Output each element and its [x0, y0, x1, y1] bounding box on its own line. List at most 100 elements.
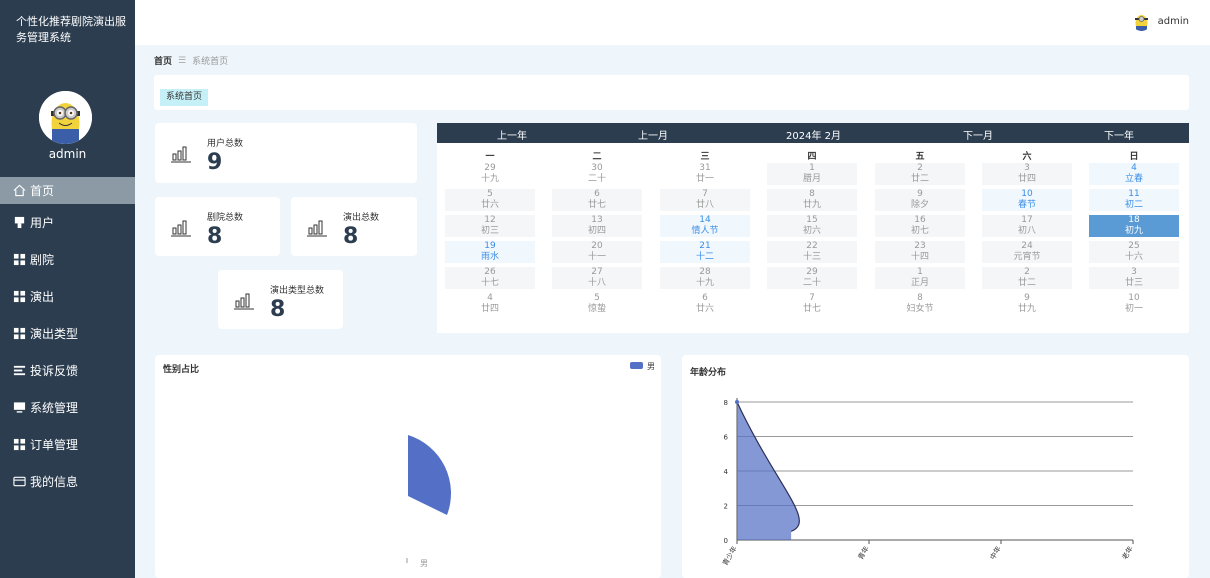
breadcrumb-home[interactable]: 首页 — [154, 54, 172, 67]
sidebar-item-label: 订单管理 — [30, 438, 79, 452]
calendar-day[interactable]: 3 廿三 — [1089, 267, 1179, 289]
calendar-day[interactable]: 22 十三 — [767, 241, 857, 263]
next-month-button[interactable]: 下一月 — [963, 127, 993, 142]
sidebar-item-theater[interactable]: 剧院 — [0, 241, 135, 278]
calendar-day[interactable]: 6 廿六 — [660, 293, 750, 315]
calendar-day-lunar: 十二 — [695, 252, 714, 262]
calendar-day-lunar: 初九 — [1124, 226, 1143, 236]
sidebar-item-home[interactable]: 首页 — [0, 177, 135, 204]
data-point[interactable] — [735, 400, 739, 404]
grid-icon — [12, 290, 26, 304]
sidebar-item-my-info[interactable]: 我的信息 — [0, 463, 135, 500]
calendar-day[interactable]: 16 初七 — [875, 215, 965, 237]
bar-chart-icon — [171, 146, 191, 163]
sidebar-item-label: 我的信息 — [30, 475, 79, 489]
calendar-day[interactable]: 26 十七 — [445, 267, 535, 289]
stat-label: 演出总数 — [343, 213, 380, 223]
sidebar-menu: 首页 用户 剧院 演出 演出类型 投诉反馈 系统管理 订单管理 我的信息 — [0, 177, 135, 500]
calendar-day[interactable]: 5 惊蛰 — [552, 293, 642, 315]
sidebar-item-show-type[interactable]: 演出类型 — [0, 315, 135, 352]
calendar-day[interactable]: 6 廿七 — [552, 189, 642, 211]
calendar-day[interactable]: 21 十二 — [660, 241, 750, 263]
avatar[interactable] — [39, 91, 92, 144]
calendar-day-number: 6 — [702, 293, 708, 303]
calendar-day[interactable]: 13 初四 — [552, 215, 642, 237]
calendar-day-number: 13 — [591, 215, 603, 225]
calendar-day[interactable]: 4 立春 — [1089, 163, 1179, 185]
calendar-day[interactable]: 29 二十 — [767, 267, 857, 289]
calendar-day-number: 9 — [1024, 293, 1030, 303]
calendar-day[interactable]: 8 廿九 — [767, 189, 857, 211]
breadcrumb: 首页 ☰ 系统首页 — [154, 54, 228, 68]
sidebar-item-orders[interactable]: 订单管理 — [0, 426, 135, 463]
calendar-day[interactable]: 10 春节 — [982, 189, 1072, 211]
x-tick-label: 青少年 — [720, 545, 738, 568]
calendar-day[interactable]: 7 廿七 — [767, 293, 857, 315]
sidebar-item-system[interactable]: 系统管理 — [0, 389, 135, 426]
gender-chart-panel: 性别占比 男 男 — [155, 355, 661, 578]
calendar-day[interactable]: 30 二十 — [552, 163, 642, 185]
calendar-current-month: 2024年 2月 — [786, 131, 841, 142]
calendar-day[interactable]: 1 正月 — [875, 267, 965, 289]
calendar-day-number: 21 — [699, 241, 711, 251]
calendar-day[interactable]: 27 十八 — [552, 267, 642, 289]
stat-label: 用户总数 — [207, 139, 244, 149]
legend-swatch[interactable] — [630, 362, 643, 369]
calendar-day-lunar: 廿二 — [1017, 278, 1036, 288]
calendar-day[interactable]: 18 初九 — [1089, 215, 1179, 237]
calendar-day[interactable]: 3 廿四 — [982, 163, 1072, 185]
calendar-day-number: 17 — [1021, 215, 1033, 225]
calendar-day-lunar: 春节 — [1017, 200, 1036, 210]
calendar-day[interactable]: 19 雨水 — [445, 241, 535, 263]
calendar-day[interactable]: 28 十九 — [660, 267, 750, 289]
sidebar-item-label: 剧院 — [30, 253, 55, 267]
calendar-day[interactable]: 23 十四 — [875, 241, 965, 263]
calendar-day-number: 29 — [806, 267, 818, 277]
sidebar-item-show[interactable]: 演出 — [0, 278, 135, 315]
calendar-day[interactable]: 9 廿九 — [982, 293, 1072, 315]
pie-slice[interactable] — [408, 435, 451, 515]
calendar-day[interactable]: 12 初三 — [445, 215, 535, 237]
calendar-day[interactable]: 5 廿六 — [445, 189, 535, 211]
calendar-day-lunar: 惊蛰 — [587, 304, 606, 314]
calendar-day[interactable]: 29 十九 — [445, 163, 535, 185]
tab-dashboard[interactable]: 系统首页 — [160, 89, 209, 106]
calendar-day[interactable]: 14 情人节 — [660, 215, 750, 237]
calendar-day[interactable]: 17 初八 — [982, 215, 1072, 237]
y-tick-label: 8 — [724, 399, 728, 407]
calendar-day[interactable]: 31 廿一 — [660, 163, 750, 185]
y-tick-label: 2 — [724, 503, 728, 511]
prev-year-button[interactable]: 上一年 — [497, 127, 527, 142]
calendar-day[interactable]: 2 廿二 — [875, 163, 965, 185]
calendar-day-lunar: 廿六 — [480, 200, 499, 210]
calendar-day[interactable]: 11 初二 — [1089, 189, 1179, 211]
sidebar-item-feedback[interactable]: 投诉反馈 — [0, 352, 135, 389]
calendar-day[interactable]: 10 初一 — [1089, 293, 1179, 315]
user-menu[interactable]: admin — [1131, 12, 1189, 31]
calendar-day[interactable]: 1 腊月 — [767, 163, 857, 185]
calendar-day[interactable]: 8 妇女节 — [875, 293, 965, 315]
calendar-weekday: 日 — [1129, 152, 1139, 162]
calendar-day[interactable]: 7 廿八 — [660, 189, 750, 211]
next-year-button[interactable]: 下一年 — [1104, 127, 1134, 142]
calendar-day-number: 4 — [487, 293, 493, 303]
breadcrumb-separator-icon: ☰ — [178, 55, 187, 66]
sidebar: 个性化推荐剧院演出服务管理系统 admin 首页 用户 剧院 演出 演出类型 投… — [0, 0, 135, 578]
calendar-day[interactable]: 24 元宵节 — [982, 241, 1072, 263]
calendar-weekday: 四 — [807, 152, 817, 162]
stat-card-show-types: 演出类型总数 8 — [218, 270, 343, 329]
calendar-day-number: 1 — [809, 163, 815, 173]
calendar-day-lunar: 十八 — [587, 278, 606, 288]
calendar-day-lunar: 初四 — [587, 226, 606, 236]
calendar-day-lunar: 十九 — [695, 278, 714, 288]
prev-month-button[interactable]: 上一月 — [638, 127, 668, 142]
calendar-day[interactable]: 20 十一 — [552, 241, 642, 263]
calendar-day[interactable]: 15 初六 — [767, 215, 857, 237]
calendar-day[interactable]: 2 廿二 — [982, 267, 1072, 289]
calendar-day[interactable]: 25 十六 — [1089, 241, 1179, 263]
sidebar-item-user[interactable]: 用户 — [0, 204, 135, 241]
calendar-day-number: 14 — [699, 215, 711, 225]
calendar-day[interactable]: 4 廿四 — [445, 293, 535, 315]
calendar-day[interactable]: 9 除夕 — [875, 189, 965, 211]
top-bar: admin — [135, 0, 1210, 45]
